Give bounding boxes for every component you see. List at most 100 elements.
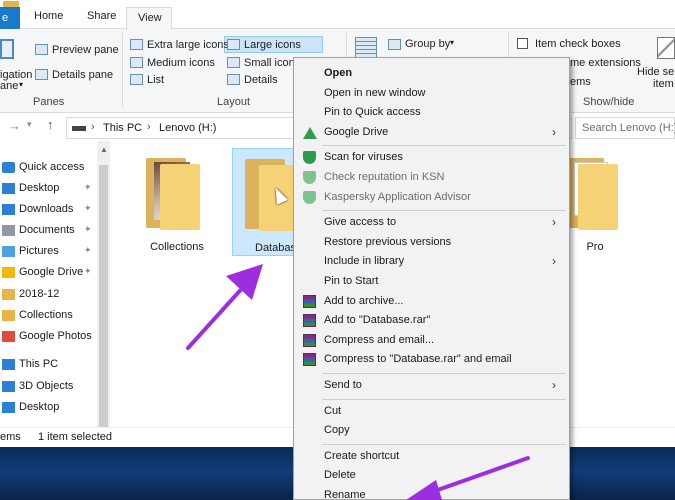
- up-arrow-icon[interactable]: ↑: [47, 117, 54, 132]
- kaspersky-shield-icon: [303, 171, 316, 184]
- tab-home[interactable]: Home: [34, 10, 63, 29]
- nav-item-label: Quick access: [19, 161, 85, 173]
- recent-locations-icon[interactable]: ▾: [27, 119, 32, 130]
- folder-icon: [2, 289, 15, 300]
- item-check-boxes-checkbox[interactable]: [517, 38, 528, 49]
- pin-icon: ✦: [84, 203, 92, 213]
- pin-icon: ✦: [84, 224, 92, 234]
- small-icons-icon: [227, 57, 240, 68]
- winrar-icon: [303, 353, 316, 367]
- menu-item-open[interactable]: Open: [294, 64, 569, 83]
- scrollbar-thumb[interactable]: [99, 165, 108, 427]
- submenu-arrow-icon: ›: [552, 378, 556, 392]
- menu-item-cut[interactable]: Cut: [294, 402, 569, 421]
- hidden-items-label[interactable]: ems: [570, 76, 591, 88]
- menu-item-include-in-library[interactable]: Include in library ›: [294, 252, 569, 271]
- preview-pane-button[interactable]: Preview pane: [52, 44, 119, 56]
- menu-item-google-drive[interactable]: Google Drive ›: [294, 123, 569, 142]
- menu-item-add-to-database-rar[interactable]: Add to "Database.rar": [294, 311, 569, 330]
- nav-item-desktop[interactable]: Desktop ✦: [0, 179, 100, 199]
- menu-item-label: Open: [324, 67, 353, 79]
- small-icons-option[interactable]: Small icons: [244, 57, 300, 69]
- documents-icon: [2, 225, 15, 236]
- navigation-pane-icon[interactable]: [0, 39, 14, 59]
- menu-item-add-to-archive[interactable]: Add to archive...: [294, 292, 569, 311]
- menu-item-copy[interactable]: Copy: [294, 421, 569, 440]
- menu-item-compress-to-database-rar-and-email[interactable]: Compress to "Database.rar" and email: [294, 350, 569, 369]
- scroll-up-arrow-icon[interactable]: ▲: [100, 145, 108, 154]
- menu-separator: [322, 398, 566, 400]
- menu-item-open-in-new-window[interactable]: Open in new window: [294, 84, 569, 103]
- hide-selected-items-icon[interactable]: [657, 37, 675, 59]
- menu-item-label: Kaspersky Application Advisor: [324, 190, 471, 203]
- menu-item-label: Include in library: [324, 255, 405, 268]
- folder-tile-collections[interactable]: Collections: [134, 148, 220, 256]
- pin-icon: ✦: [84, 266, 92, 276]
- nav-item-2018-12[interactable]: 2018-12: [0, 285, 100, 305]
- chevron-down-icon: ▾: [450, 38, 455, 47]
- menu-item-label: Compress and email...: [324, 333, 435, 346]
- nav-item-google-photos[interactable]: Google Photos: [0, 327, 100, 347]
- nav-item-label: Collections: [19, 309, 73, 321]
- google-drive-icon: [303, 126, 317, 139]
- nav-item-quick-access[interactable]: Quick access: [0, 158, 100, 178]
- nav-item-google-drive[interactable]: Google Drive ✦: [0, 263, 100, 283]
- folder-tile-databas[interactable]: Databas: [232, 148, 299, 256]
- chevron-down-icon: ▾: [19, 80, 24, 89]
- tab-view[interactable]: View: [126, 7, 172, 30]
- nav-item-desktop[interactable]: Desktop: [0, 398, 100, 418]
- nav-item-this-pc[interactable]: This PC: [0, 355, 100, 375]
- nav-item-3d-objects[interactable]: 3D Objects: [0, 377, 100, 397]
- nav-item-documents[interactable]: Documents ✦: [0, 221, 100, 241]
- winrar-icon: [303, 314, 316, 328]
- menu-item-pin-to-start[interactable]: Pin to Start: [294, 272, 569, 291]
- nav-item-label: This PC: [19, 358, 59, 370]
- menu-item-label: Pin to Quick access: [324, 106, 421, 119]
- nav-item-pictures[interactable]: Pictures ✦: [0, 242, 100, 262]
- pin-icon: ✦: [84, 182, 92, 192]
- menu-separator: [322, 443, 566, 445]
- medium-icons-option[interactable]: Medium icons: [147, 57, 215, 69]
- details-option[interactable]: Details: [244, 74, 278, 86]
- menu-item-rename[interactable]: Rename: [294, 486, 569, 500]
- large-icons-option[interactable]: Large icons: [244, 39, 301, 51]
- menu-item-check-reputation-in-ksn: Check reputation in KSN: [294, 168, 569, 187]
- breadcrumb-this-pc[interactable]: This PC: [103, 122, 142, 134]
- menu-item-scan-for-viruses[interactable]: Scan for viruses: [294, 148, 569, 167]
- hide-selected-items-button[interactable]: Hide se: [637, 66, 674, 78]
- menu-item-compress-and-email[interactable]: Compress and email...: [294, 331, 569, 350]
- menu-item-label: Delete: [324, 469, 356, 482]
- preview-pane-icon: [35, 44, 48, 55]
- menu-item-label: Compress to "Database.rar" and email: [324, 353, 512, 366]
- tab-file[interactable]: e: [0, 7, 20, 29]
- breadcrumb-lenovo-drive[interactable]: Lenovo (H:): [159, 122, 216, 134]
- download-icon: [2, 204, 15, 215]
- menu-item-delete[interactable]: Delete: [294, 466, 569, 485]
- list-icon: [130, 74, 143, 85]
- file-name-extensions-label[interactable]: me extensions: [570, 57, 641, 69]
- details-pane-button[interactable]: Details pane: [52, 69, 113, 81]
- menu-item-create-shortcut[interactable]: Create shortcut: [294, 447, 569, 466]
- menu-item-restore-previous-versions[interactable]: Restore previous versions: [294, 233, 569, 252]
- pictures-icon: [2, 246, 15, 257]
- menu-item-send-to[interactable]: Send to ›: [294, 376, 569, 395]
- extra-large-icons-icon: [130, 39, 143, 50]
- group-by-button[interactable]: Group by: [405, 38, 450, 50]
- nav-item-collections[interactable]: Collections: [0, 306, 100, 326]
- tab-share[interactable]: Share: [87, 10, 116, 29]
- list-option[interactable]: List: [147, 74, 164, 86]
- search-input[interactable]: Search Lenovo (H:): [575, 117, 675, 139]
- nav-item-label: Google Photos: [19, 330, 92, 342]
- kaspersky-shield-icon: [303, 151, 316, 165]
- ribbon-group-layout: Layout: [217, 96, 251, 108]
- menu-separator: [322, 210, 566, 212]
- menu-item-label: Cut: [324, 404, 342, 417]
- extra-large-icons-option[interactable]: Extra large icons: [147, 39, 229, 51]
- submenu-arrow-icon: ›: [552, 215, 556, 230]
- forward-arrow-icon[interactable]: →: [8, 118, 21, 133]
- menu-item-give-access-to[interactable]: Give access to ›: [294, 213, 569, 232]
- menu-item-pin-to-quick-access[interactable]: Pin to Quick access: [294, 103, 569, 122]
- nav-item-downloads[interactable]: Downloads ✦: [0, 200, 100, 220]
- kaspersky-shield-icon: [303, 190, 316, 204]
- group-by-icon: [388, 39, 401, 50]
